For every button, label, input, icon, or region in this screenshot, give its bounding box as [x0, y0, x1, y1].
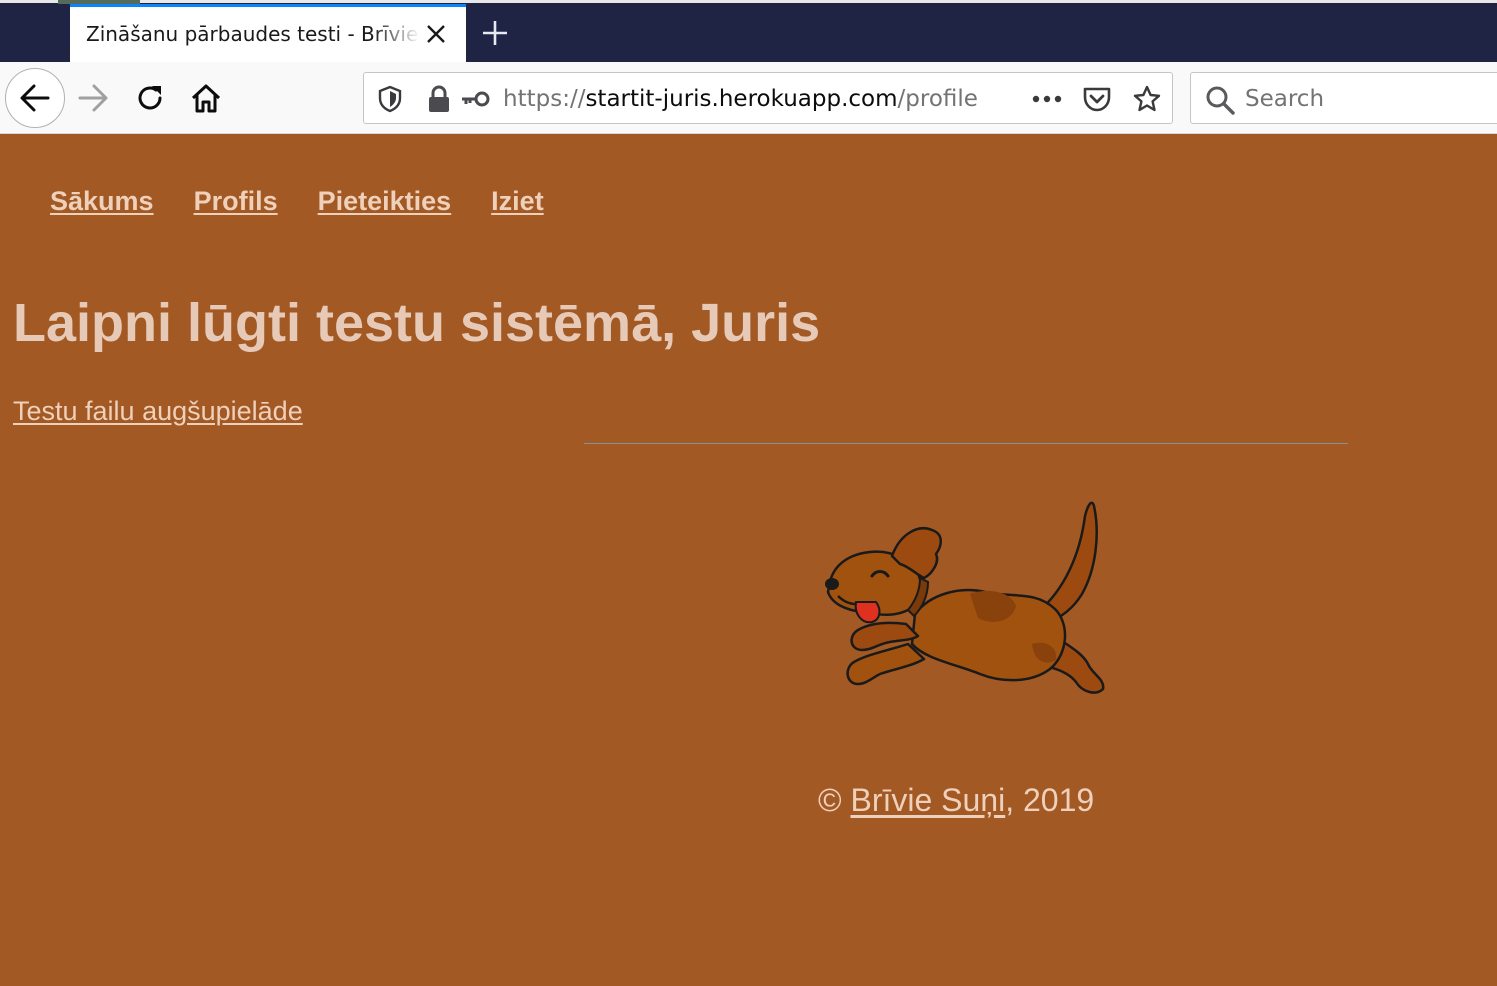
- browser-toolbar: https://startit-juris.herokuapp.com/prof…: [0, 62, 1497, 134]
- reload-button[interactable]: [130, 78, 170, 118]
- home-icon: [191, 84, 221, 113]
- url-scheme: https://: [503, 86, 586, 112]
- key-icon[interactable]: [459, 85, 491, 113]
- new-tab-icon[interactable]: [480, 18, 510, 48]
- forward-arrow-icon: [78, 84, 108, 112]
- close-tab-icon[interactable]: [424, 22, 448, 46]
- forward-button[interactable]: [74, 78, 112, 118]
- reload-icon: [138, 86, 162, 110]
- address-bar[interactable]: https://startit-juris.herokuapp.com/prof…: [363, 72, 1173, 124]
- nav-link-sakums[interactable]: Sākums: [50, 186, 154, 217]
- back-arrow-icon: [20, 84, 50, 112]
- active-tab-accent: [70, 4, 466, 7]
- url-path: /profile: [897, 86, 978, 112]
- tab-title: Zināšanu pārbaudes testi - Brīvie Suņi: [86, 22, 420, 46]
- page-content: Sākums Profils Pieteikties Iziet Laipni …: [0, 134, 1497, 986]
- running-dog-icon: [825, 501, 1105, 694]
- nav-link-profils[interactable]: Profils: [194, 186, 278, 217]
- tracking-protection-shield-icon[interactable]: [374, 85, 406, 113]
- upload-tests-link[interactable]: Testu failu augšupielāde: [13, 396, 303, 427]
- footer-year: , 2019: [1005, 782, 1095, 818]
- search-placeholder: Search: [1245, 86, 1325, 112]
- search-bar[interactable]: Search: [1190, 72, 1497, 124]
- copyright-symbol: ©: [818, 782, 842, 818]
- horizontal-divider: [584, 442, 1348, 444]
- nav-link-pieteikties[interactable]: Pieteikties: [318, 186, 452, 217]
- url-text[interactable]: https://startit-juris.herokuapp.com/prof…: [503, 86, 978, 112]
- bookmark-star-icon[interactable]: [1130, 85, 1164, 113]
- tab-strip-top-line: [0, 0, 1497, 3]
- search-icon: [1206, 86, 1235, 115]
- back-button[interactable]: [5, 68, 65, 128]
- footer-link-brivie-suni[interactable]: Brīvie Suņi: [850, 782, 1005, 818]
- site-nav: Sākums Profils Pieteikties Iziet: [50, 186, 544, 217]
- footer: © Brīvie Suņi, 2019: [818, 782, 1094, 819]
- nav-link-iziet[interactable]: Iziet: [491, 186, 544, 217]
- home-button[interactable]: [186, 78, 226, 118]
- browser-tab-strip: Zināšanu pārbaudes testi - Brīvie Suņi: [0, 0, 1497, 62]
- active-tab[interactable]: Zināšanu pārbaudes testi - Brīvie Suņi: [70, 4, 466, 62]
- lock-icon[interactable]: [424, 85, 454, 113]
- page-title: Laipni lūgti testu sistēmā, Juris: [13, 293, 821, 353]
- page-actions-more-icon[interactable]: [1030, 85, 1064, 113]
- pocket-icon[interactable]: [1080, 85, 1114, 113]
- url-host: startit-juris.herokuapp.com: [585, 86, 898, 112]
